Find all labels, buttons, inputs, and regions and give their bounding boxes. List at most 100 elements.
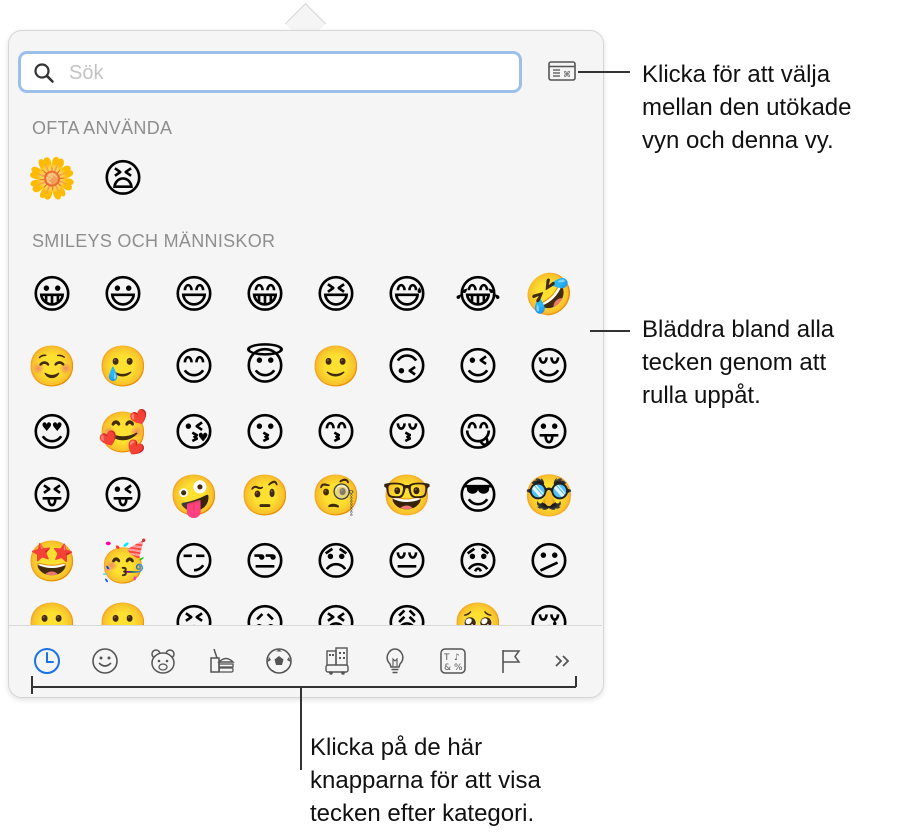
bracket-left-tick bbox=[31, 676, 33, 687]
category-button-food[interactable] bbox=[206, 646, 236, 676]
buildings-icon bbox=[325, 647, 349, 675]
food-icon bbox=[210, 648, 235, 673]
emoji-button[interactable]: 😫 bbox=[311, 599, 361, 626]
emoji-button[interactable]: 😋 bbox=[453, 408, 503, 458]
bracket-right bbox=[575, 676, 577, 687]
category-button-animals[interactable] bbox=[148, 646, 178, 676]
category-button-more[interactable] bbox=[548, 646, 578, 676]
callout-scroll: Bläddra bland alla tecken genom att rull… bbox=[642, 313, 834, 412]
emoji-button[interactable]: 😕 bbox=[524, 537, 574, 587]
emoji-button[interactable]: 😍 bbox=[27, 408, 77, 458]
callout-scroll-line-3: rulla uppåt. bbox=[642, 382, 761, 409]
callout-toggle-line-3: vyn och denna vy. bbox=[642, 127, 834, 154]
emoji-button[interactable]: 😇 bbox=[240, 342, 290, 392]
search-input[interactable] bbox=[67, 58, 511, 88]
emoji-button[interactable]: 😘 bbox=[169, 408, 219, 458]
emoji-button[interactable]: 😌 bbox=[524, 342, 574, 392]
emoji-button[interactable]: 🤩 bbox=[27, 537, 77, 587]
svg-text:⌘: ⌘ bbox=[563, 70, 571, 79]
search-field[interactable] bbox=[18, 51, 522, 93]
emoji-button[interactable]: 😟 bbox=[453, 537, 503, 587]
callout-line-toggle bbox=[578, 71, 630, 73]
emoji-button[interactable]: ☺️ bbox=[27, 342, 77, 392]
emoji-button[interactable]: 😝 bbox=[27, 471, 77, 521]
clock-icon bbox=[34, 648, 60, 674]
emoji-button[interactable]: 😃 bbox=[98, 270, 148, 320]
category-button-symbols[interactable]: T ♪ & % bbox=[438, 646, 468, 676]
emoji-button[interactable]: 😩 bbox=[382, 599, 432, 626]
callout-categories-line-2: knapparna för att visa bbox=[310, 767, 541, 794]
category-button-objects[interactable] bbox=[380, 646, 410, 676]
emoji-button[interactable]: 🧐 bbox=[311, 471, 361, 521]
callout-line-categories bbox=[300, 687, 302, 770]
emoji-button[interactable]: 🙃 bbox=[382, 342, 432, 392]
emoji-button[interactable]: 😊 bbox=[169, 342, 219, 392]
emoji-button[interactable]: 😖 bbox=[240, 599, 290, 626]
category-button-activity[interactable] bbox=[264, 646, 294, 676]
emoji-button[interactable]: 😅 bbox=[382, 270, 432, 320]
emoji-button[interactable]: 😜 bbox=[98, 471, 148, 521]
emoji-button[interactable]: 😆 bbox=[311, 270, 361, 320]
search-icon bbox=[34, 63, 54, 83]
lightbulb-icon bbox=[386, 648, 404, 674]
emoji-button[interactable]: 😢 bbox=[524, 599, 574, 626]
callout-toggle: Klicka för att välja mellan den utökade … bbox=[642, 58, 851, 157]
category-button-travel[interactable] bbox=[322, 646, 352, 676]
emoji-button[interactable]: 🥺 bbox=[453, 599, 503, 626]
emoji-button[interactable]: 😔 bbox=[382, 537, 432, 587]
callout-toggle-line-2: mellan den utökade bbox=[642, 94, 852, 121]
viewer-toggle-button[interactable]: ⌘ bbox=[548, 61, 576, 81]
callout-line-scroll bbox=[590, 330, 630, 332]
emoji-button[interactable]: 🙂 bbox=[311, 342, 361, 392]
svg-text:&: & bbox=[444, 663, 451, 673]
emoji-button[interactable]: 🙁 bbox=[27, 599, 77, 626]
partially-visible-emoji-row: 🙁 ☹️ 😣 😖 😫 😩 🥺 😢 bbox=[9, 596, 601, 626]
soccer-ball-icon bbox=[266, 648, 292, 674]
symbols-icon: T ♪ & % bbox=[440, 648, 466, 674]
section-title-smileys: SMILEYS OCH MÄNNISKOR bbox=[32, 231, 276, 251]
emoji-button[interactable]: ☹️ bbox=[98, 599, 148, 626]
emoji-button[interactable]: 🤪 bbox=[169, 471, 219, 521]
emoji-button[interactable]: 🥸 bbox=[524, 471, 574, 521]
callout-scroll-line-1: Bläddra bland alla bbox=[642, 316, 835, 343]
callout-categories: Klicka på de här knapparna för att visa … bbox=[310, 731, 541, 830]
emoji-button[interactable]: 🥲 bbox=[98, 342, 148, 392]
emoji-button[interactable]: 😏 bbox=[169, 537, 219, 587]
emoji-button[interactable]: 🌼 bbox=[27, 154, 77, 204]
emoji-button[interactable]: 🤨 bbox=[240, 471, 290, 521]
category-button-smileys[interactable] bbox=[90, 646, 120, 676]
emoji-button[interactable]: 🥳 bbox=[98, 537, 148, 587]
category-button-frequently-used[interactable] bbox=[32, 646, 62, 676]
toolbar-divider bbox=[9, 625, 602, 626]
emoji-button[interactable]: 🥰 bbox=[98, 408, 148, 458]
bracket-bottom bbox=[31, 686, 576, 688]
emoji-button[interactable]: 🤣 bbox=[524, 270, 574, 320]
emoji-button[interactable]: 😫 bbox=[98, 154, 148, 204]
callout-categories-line-3: tecken efter kategori. bbox=[310, 800, 535, 827]
emoji-button[interactable]: 😛 bbox=[524, 408, 574, 458]
svg-text:♪: ♪ bbox=[454, 653, 460, 663]
callout-toggle-line-1: Klicka för att välja bbox=[642, 61, 831, 88]
flag-icon bbox=[502, 650, 521, 673]
section-title-frequently-used: OFTA ANVÄNDA bbox=[32, 118, 173, 138]
emoji-button[interactable]: 😁 bbox=[240, 270, 290, 320]
emoji-button[interactable]: 😉 bbox=[453, 342, 503, 392]
emoji-button[interactable]: 😎 bbox=[453, 471, 503, 521]
smiley-icon bbox=[92, 648, 118, 674]
emoji-button[interactable]: 😙 bbox=[311, 408, 361, 458]
emoji-button[interactable]: 😒 bbox=[240, 537, 290, 587]
callout-categories-line-1: Klicka på de här bbox=[310, 734, 483, 761]
emoji-button[interactable]: 😚 bbox=[382, 408, 432, 458]
callout-scroll-line-2: tecken genom att bbox=[642, 349, 827, 376]
svg-text:%: % bbox=[454, 663, 463, 673]
emoji-button[interactable]: 🤓 bbox=[382, 471, 432, 521]
chevron-double-right-icon bbox=[555, 655, 570, 667]
emoji-button[interactable]: 😄 bbox=[169, 270, 219, 320]
emoji-button[interactable]: 😀 bbox=[27, 270, 77, 320]
emoji-button[interactable]: 😞 bbox=[311, 537, 361, 587]
category-button-flags[interactable] bbox=[496, 646, 526, 676]
bear-icon bbox=[151, 649, 175, 674]
emoji-button[interactable]: 😗 bbox=[240, 408, 290, 458]
emoji-button[interactable]: 😣 bbox=[169, 599, 219, 626]
emoji-button[interactable]: 😂 bbox=[453, 270, 503, 320]
